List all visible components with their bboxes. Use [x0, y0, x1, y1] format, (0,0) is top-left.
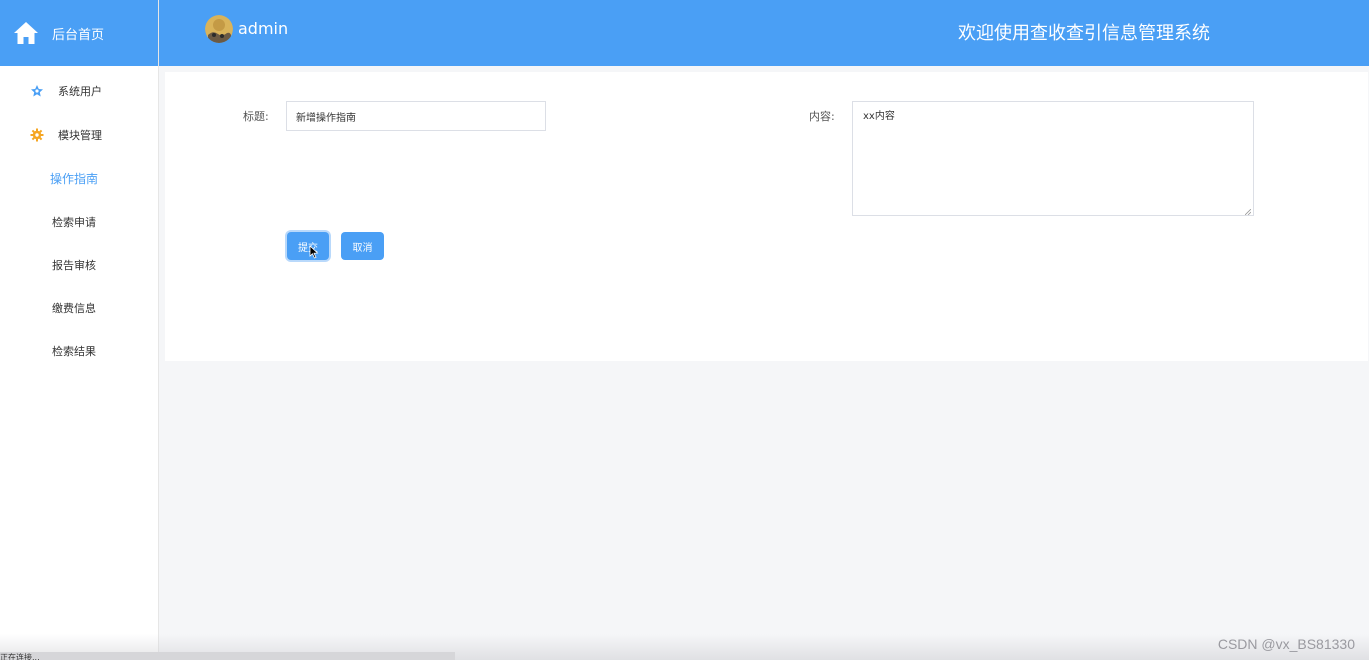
content-text: xx内容: [863, 111, 895, 122]
mouse-cursor-icon: [309, 245, 319, 259]
username[interactable]: admin: [238, 19, 288, 38]
submenu-item-search-apply[interactable]: 检索申请: [0, 200, 158, 243]
home-link[interactable]: 后台首页: [0, 0, 158, 66]
resize-grip-icon[interactable]: [1244, 207, 1252, 216]
menu-item-label: 系统用户: [58, 85, 102, 98]
home-label: 后台首页: [52, 27, 105, 43]
browser-status-bar: 正在连接...: [0, 652, 455, 660]
menu-item-module-management[interactable]: 模块管理: [0, 113, 158, 157]
watermark: CSDN @vx_BS81330: [1217, 636, 1355, 652]
submenu-item-search-result[interactable]: 检索结果: [0, 329, 158, 372]
title-label: 标题:: [243, 110, 269, 123]
submenu-item-report-review[interactable]: 报告审核: [0, 243, 158, 286]
home-icon: [12, 19, 40, 47]
submenu-item-payment-info[interactable]: 缴费信息: [0, 286, 158, 329]
avatar[interactable]: [205, 15, 233, 43]
top-header: admin 欢迎使用查收查引信息管理系统: [159, 0, 1369, 66]
title-input[interactable]: 新增操作指南: [286, 101, 546, 131]
submit-button[interactable]: 提交: [287, 232, 329, 260]
gear-icon: [30, 128, 44, 142]
menu-item-system-users[interactable]: 系统用户: [0, 69, 158, 113]
content-textarea[interactable]: xx内容: [852, 101, 1254, 216]
sidebar: 后台首页 系统用户 模块管理 操作指南 检索申请 报告审核 缴费信息 检索结果: [0, 0, 159, 660]
content-label: 内容:: [809, 110, 835, 123]
menu-item-label: 模块管理: [58, 129, 102, 142]
form-card: 标题: 新增操作指南 内容: xx内容 提交 取消: [165, 72, 1368, 361]
submenu-item-guide[interactable]: 操作指南: [0, 157, 158, 200]
cancel-button[interactable]: 取消: [341, 232, 384, 260]
system-title: 欢迎使用查收查引信息管理系统: [958, 23, 1210, 44]
star-icon: [30, 84, 44, 98]
